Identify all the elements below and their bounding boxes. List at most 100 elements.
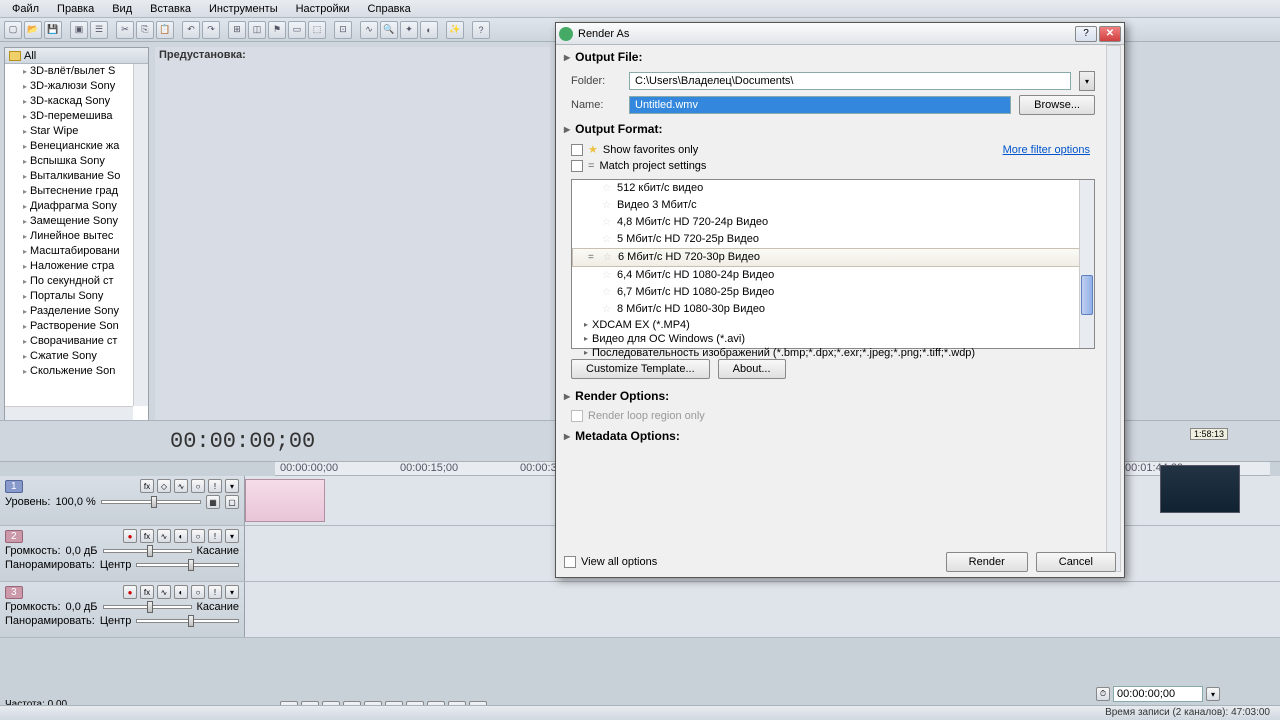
track-automation-icon[interactable]: ∿ xyxy=(174,479,188,493)
help-icon[interactable]: ? xyxy=(472,21,490,39)
tree-vscrollbar[interactable] xyxy=(133,64,148,406)
tree-item[interactable]: Скольжение Son xyxy=(5,364,148,374)
tool-icon[interactable]: ⊡ xyxy=(334,21,352,39)
tree-item[interactable]: Порталы Sony xyxy=(5,289,148,304)
composite-icon[interactable]: ▦ xyxy=(206,495,220,509)
tree-item[interactable]: Сжатие Sony xyxy=(5,349,148,364)
tree-item[interactable]: 3D-перемешива xyxy=(5,109,148,124)
help-button[interactable]: ? xyxy=(1075,26,1097,42)
audio-track-1-header[interactable]: 2 ● fx ∿ ◐ ○ ! ▾ Громкость: 0,0 дБ Касан… xyxy=(0,526,245,581)
tree-item[interactable]: Растворение Son xyxy=(5,319,148,334)
track-solo-icon[interactable]: ! xyxy=(208,529,222,543)
dialog-titlebar[interactable]: Render As ? ✕ xyxy=(556,23,1124,45)
tool2-icon[interactable]: ✦ xyxy=(400,21,418,39)
marker-icon[interactable]: ⚑ xyxy=(268,21,286,39)
preset-item-selected[interactable]: =☆6 Мбит/с HD 720-30p Видео xyxy=(572,248,1094,267)
tree-item[interactable]: Наложение стра xyxy=(5,259,148,274)
preset-item[interactable]: ☆8 Мбит/с HD 1080-30p Видео xyxy=(572,301,1094,318)
tc-icon[interactable]: ⏱ xyxy=(1096,687,1110,701)
preset-item[interactable]: ☆Видео 3 Мбит/с xyxy=(572,197,1094,214)
track-mute-icon[interactable]: ○ xyxy=(191,479,205,493)
track-more-icon[interactable]: ▾ xyxy=(225,529,239,543)
copy-icon[interactable]: ⎘ xyxy=(136,21,154,39)
preset-item[interactable]: ☆6,7 Мбит/с HD 1080-25p Видео xyxy=(572,284,1094,301)
menu-help[interactable]: Справка xyxy=(360,2,419,15)
folder-dropdown-icon[interactable]: ▾ xyxy=(1079,71,1095,91)
phase-icon[interactable]: ◐ xyxy=(174,529,188,543)
close-button[interactable]: ✕ xyxy=(1099,26,1121,42)
name-field[interactable] xyxy=(629,96,1011,114)
preset-item[interactable]: ☆4,8 Мбит/с HD 720-24p Видео xyxy=(572,214,1094,231)
edit-tool-icon[interactable]: ▭ xyxy=(288,21,306,39)
undo-icon[interactable]: ↶ xyxy=(182,21,200,39)
new-project-icon[interactable]: ▢ xyxy=(4,21,22,39)
tool3-icon[interactable]: ◐ xyxy=(420,21,438,39)
about-button[interactable]: About... xyxy=(718,359,786,379)
menu-tools[interactable]: Инструменты xyxy=(201,2,286,15)
menu-edit[interactable]: Правка xyxy=(49,2,102,15)
ripple-icon[interactable]: ◫ xyxy=(248,21,266,39)
menu-file[interactable]: Файл xyxy=(4,2,47,15)
track-more-icon[interactable]: ▾ xyxy=(225,585,239,599)
video-track-header[interactable]: 1 fx ◇ ∿ ○ ! ▾ Уровень: 100,0 % ▦ ▢ xyxy=(0,476,245,525)
record-arm-icon[interactable]: ● xyxy=(123,585,137,599)
tree-hscrollbar[interactable] xyxy=(5,406,133,421)
audio-track-2-content[interactable] xyxy=(245,582,1280,637)
level-slider[interactable] xyxy=(101,500,201,504)
tree-item[interactable]: 3D-влёт/вылет S xyxy=(5,64,148,79)
show-favorites-checkbox[interactable] xyxy=(571,144,583,156)
audio-track-2-header[interactable]: 3 ● fx ∿ ◐ ○ ! ▾ Громкость: 0,0 дБ Касан… xyxy=(0,582,245,637)
tree-item[interactable]: Вспышка Sony xyxy=(5,154,148,169)
preset-item[interactable]: ☆5 Мбит/с HD 720-25p Видео xyxy=(572,231,1094,248)
track-bypass-icon[interactable]: ◇ xyxy=(157,479,171,493)
tree-header[interactable]: All xyxy=(5,48,148,64)
clip-thumbnail[interactable] xyxy=(1160,465,1240,513)
track-solo-icon[interactable]: ! xyxy=(208,479,222,493)
render-options-section[interactable]: Render Options: xyxy=(561,384,1105,408)
paste-icon[interactable]: 📋 xyxy=(156,21,174,39)
preset-category[interactable]: Видео для ОС Windows (*.avi) xyxy=(572,332,1094,346)
tree-item[interactable]: Диафрагма Sony xyxy=(5,199,148,214)
tree-item[interactable]: Star Wipe xyxy=(5,124,148,139)
volume-slider[interactable] xyxy=(103,605,192,609)
tree-item[interactable]: 3D-жалюзи Sony xyxy=(5,79,148,94)
track-fx-icon[interactable]: fx xyxy=(140,479,154,493)
automation-mode[interactable]: Касание xyxy=(197,545,239,557)
track-fx-icon[interactable]: fx xyxy=(140,529,154,543)
automation-mode[interactable]: Касание xyxy=(197,601,239,613)
menu-settings[interactable]: Настройки xyxy=(288,2,358,15)
preset-item[interactable]: ☆6,4 Мбит/с HD 1080-24p Видео xyxy=(572,267,1094,284)
track-automation-icon[interactable]: ∿ xyxy=(157,529,171,543)
zoom-icon[interactable]: 🔍 xyxy=(380,21,398,39)
cut-icon[interactable]: ✂ xyxy=(116,21,134,39)
tree-item[interactable]: Сворачивание ст xyxy=(5,334,148,349)
view-all-checkbox[interactable] xyxy=(564,556,576,568)
customize-template-button[interactable]: Customize Template... xyxy=(571,359,710,379)
folder-field[interactable] xyxy=(629,72,1071,90)
preset-item[interactable]: ☆512 кбит/с видео xyxy=(572,180,1094,197)
video-clip[interactable] xyxy=(245,479,325,522)
preset-category[interactable]: XDCAM EX (*.MP4) xyxy=(572,318,1094,332)
tree-item[interactable]: Линейное вытес xyxy=(5,229,148,244)
phase-icon[interactable]: ◐ xyxy=(174,585,188,599)
pan-slider[interactable] xyxy=(136,563,239,567)
tree-item[interactable]: 3D-каскад Sony xyxy=(5,94,148,109)
browse-button[interactable]: Browse... xyxy=(1019,95,1095,115)
track-solo-icon[interactable]: ! xyxy=(208,585,222,599)
render-button[interactable]: Render xyxy=(946,552,1028,572)
track-automation-icon[interactable]: ∿ xyxy=(157,585,171,599)
track-fx-icon[interactable]: fx xyxy=(140,585,154,599)
properties-icon[interactable]: ☰ xyxy=(90,21,108,39)
cancel-button[interactable]: Cancel xyxy=(1036,552,1116,572)
more-filter-link[interactable]: More filter options xyxy=(1003,144,1090,156)
redo-icon[interactable]: ↷ xyxy=(202,21,220,39)
tree-item[interactable]: Разделение Sony xyxy=(5,304,148,319)
output-format-section[interactable]: Output Format: xyxy=(561,117,1105,141)
menu-insert[interactable]: Вставка xyxy=(142,2,199,15)
envelope-icon[interactable]: ∿ xyxy=(360,21,378,39)
pan-slider[interactable] xyxy=(136,619,239,623)
metadata-options-section[interactable]: Metadata Options: xyxy=(561,424,1105,448)
preset-category[interactable]: Последовательность изображений (*.bmp;*.… xyxy=(572,346,1094,360)
tree-item[interactable]: Замещение Sony xyxy=(5,214,148,229)
tree-item[interactable]: Вытеснение град xyxy=(5,184,148,199)
